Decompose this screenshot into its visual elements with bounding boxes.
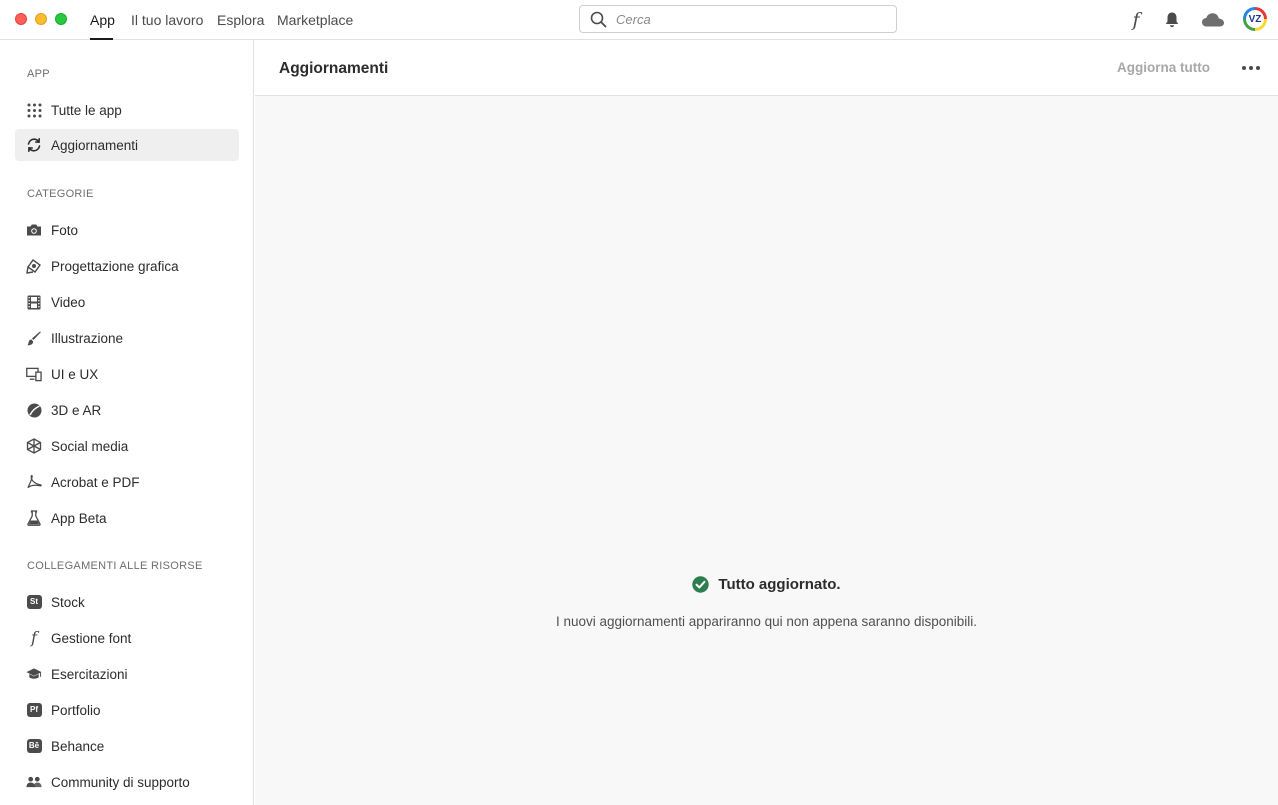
sidebar-item-tutte-le-app[interactable]: Tutte le app: [15, 94, 239, 126]
page-title: Aggiornamenti: [279, 60, 389, 77]
sidebar-item-acrobat-e-pdf[interactable]: Acrobat e PDF: [15, 466, 239, 498]
update-all-button[interactable]: Aggiorna tutto: [1117, 60, 1210, 75]
search-box[interactable]: [579, 5, 897, 33]
sidebar-item-label: Portfolio: [51, 703, 101, 718]
more-dot: [1256, 66, 1260, 70]
sidebar-item-video[interactable]: Video: [15, 286, 239, 318]
sidebar-item-label: Acrobat e PDF: [51, 475, 140, 490]
title-bar: App Il tuo lavoro Esplora Marketplace f …: [0, 0, 1278, 40]
tab-app[interactable]: App: [90, 11, 115, 29]
status-message: Tutto aggiornato.: [255, 576, 1278, 598]
tab-marketplace[interactable]: Marketplace: [277, 11, 353, 29]
sidebar-item-label: App Beta: [51, 511, 107, 526]
check-circle-icon: [692, 576, 710, 593]
sidebar-item-app-beta[interactable]: App Beta: [15, 502, 239, 534]
sidebar-item-label: Community di supporto: [51, 775, 190, 790]
behance-icon: Bē: [26, 738, 42, 754]
sphere-icon: [26, 402, 42, 418]
font-manager-icon[interactable]: f: [1126, 9, 1146, 31]
tab-esplora[interactable]: Esplora: [217, 11, 264, 29]
window-minimize-button[interactable]: [35, 13, 47, 25]
graduation-cap-icon: [26, 666, 42, 682]
status-subtitle: I nuovi aggiornamenti appariranno qui no…: [555, 614, 978, 629]
sidebar-item-aggiornamenti[interactable]: Aggiornamenti: [15, 129, 239, 161]
window-close-button[interactable]: [15, 13, 27, 25]
sidebar-item-esercitazioni[interactable]: Esercitazioni: [15, 658, 239, 690]
sidebar-item-label: Social media: [51, 439, 129, 454]
sidebar-item-community-di-supporto[interactable]: Community di supporto: [15, 766, 239, 798]
flask-icon: [26, 510, 42, 526]
sidebar-item-label: Stock: [51, 595, 85, 610]
tab-il-tuo-lavoro[interactable]: Il tuo lavoro: [131, 11, 203, 29]
devices-icon: [26, 366, 42, 382]
search-icon: [590, 11, 607, 28]
sidebar-item-label: Illustrazione: [51, 331, 124, 346]
sidebar-item-behance[interactable]: Bē Behance: [15, 730, 239, 762]
sidebar-item-stock[interactable]: St Stock: [15, 586, 239, 618]
film-icon: [26, 294, 42, 310]
sidebar-item-foto[interactable]: Foto: [15, 214, 239, 246]
sidebar-item-social-media[interactable]: Social media: [15, 430, 239, 462]
section-label-app: APP: [27, 68, 50, 80]
cloud-icon[interactable]: [1200, 9, 1226, 31]
sidebar-item-label: Foto: [51, 223, 79, 238]
stock-icon: St: [26, 594, 42, 610]
sidebar-item-portfolio[interactable]: Pf Portfolio: [15, 694, 239, 726]
sidebar-item-label: Video: [51, 295, 86, 310]
sidebar-item-progettazione-grafica[interactable]: Progettazione grafica: [15, 250, 239, 282]
main-content: Aggiornamenti Aggiorna tutto Tutto aggio…: [255, 40, 1278, 805]
brush-icon: [26, 330, 42, 346]
sidebar-item-label: Aggiornamenti: [51, 138, 139, 153]
acrobat-icon: [26, 474, 42, 490]
section-label-categorie: CATEGORIE: [27, 188, 94, 200]
status-title: Tutto aggiornato.: [718, 576, 841, 593]
pen-tool-icon: [26, 258, 42, 274]
sidebar-item-label: Tutte le app: [51, 103, 122, 118]
bell-icon[interactable]: [1162, 9, 1182, 31]
sidebar-item-label: 3D e AR: [51, 403, 102, 418]
sidebar-item-label: Gestione font: [51, 631, 132, 646]
sidebar-item-3d-e-ar[interactable]: 3D e AR: [15, 394, 239, 426]
window-maximize-button[interactable]: [55, 13, 67, 25]
network-icon: [26, 438, 42, 454]
community-icon: [26, 774, 42, 790]
sidebar-item-ui-e-ux[interactable]: UI e UX: [15, 358, 239, 390]
sidebar-item-label: Progettazione grafica: [51, 259, 179, 274]
sidebar-item-gestione-font[interactable]: f Gestione font: [15, 622, 239, 654]
grid-icon: [26, 102, 42, 118]
sidebar: APP Tutte le app Aggiornamenti CATEGORIE: [0, 40, 254, 805]
portfolio-icon: Pf: [26, 702, 42, 718]
sidebar-item-label: Behance: [51, 739, 105, 754]
sidebar-item-illustrazione[interactable]: Illustrazione: [15, 322, 239, 354]
avatar[interactable]: VZ: [1243, 7, 1267, 31]
camera-icon: [26, 222, 42, 238]
more-dot: [1249, 66, 1253, 70]
font-icon: f: [31, 628, 37, 647]
content-header: Aggiornamenti Aggiorna tutto: [255, 40, 1278, 96]
section-label-collegamenti: COLLEGAMENTI ALLE RISORSE: [27, 560, 203, 572]
more-dot: [1242, 66, 1246, 70]
sidebar-item-label: Esercitazioni: [51, 667, 128, 682]
search-input[interactable]: [616, 10, 886, 29]
sidebar-item-label: UI e UX: [51, 367, 99, 382]
more-options-button[interactable]: [1239, 58, 1263, 78]
refresh-icon: [26, 137, 42, 153]
